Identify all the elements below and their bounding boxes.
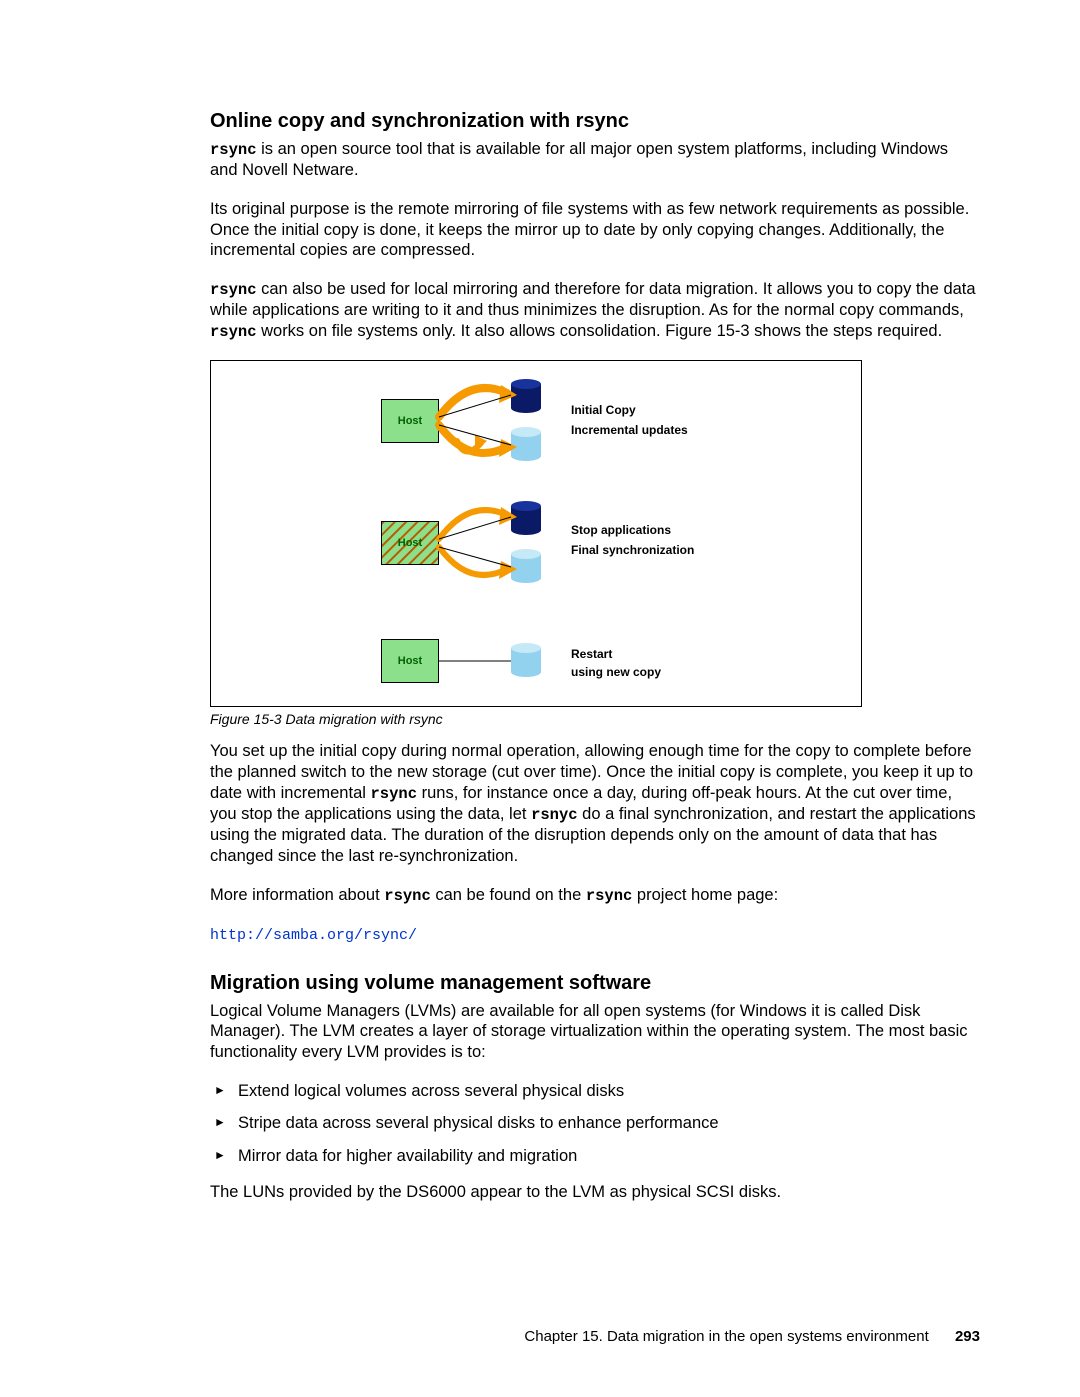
bullet-list: Extend logical volumes across several ph… <box>210 1081 980 1167</box>
page-number: 293 <box>955 1328 980 1345</box>
list-item: Extend logical volumes across several ph… <box>210 1081 980 1102</box>
host-box: Host <box>381 639 439 683</box>
code-rsnyc: rsnyc <box>531 806 578 824</box>
host-box: Host <box>381 399 439 443</box>
text: is an open source tool that is available… <box>210 140 948 179</box>
text: can be found on the <box>431 886 586 904</box>
paragraph: You set up the initial copy during norma… <box>210 741 980 866</box>
page: Online copy and synchronization with rsy… <box>0 0 1080 1397</box>
text: works on file systems only. It also allo… <box>257 322 943 340</box>
page-footer: Chapter 15. Data migration in the open s… <box>524 1328 980 1345</box>
paragraph: Logical Volume Managers (LVMs) are avail… <box>210 1001 980 1063</box>
text: can also be used for local mirroring and… <box>210 280 976 319</box>
arrow-icon <box>439 381 529 471</box>
figure-label: Restart <box>571 647 612 661</box>
list-item: Stripe data across several physical disk… <box>210 1113 980 1134</box>
figure-caption: Figure 15-3 Data migration with rsync <box>210 711 980 727</box>
host-box-hatched: Host <box>381 521 439 565</box>
code-rsync: rsync <box>586 887 633 905</box>
arrow-icon <box>439 503 529 593</box>
code-rsync: rsync <box>210 323 257 341</box>
paragraph: Its original purpose is the remote mirro… <box>210 199 980 261</box>
link-paragraph: http://samba.org/rsync/ <box>210 924 980 946</box>
host-label: Host <box>398 537 422 549</box>
figure-box: Host Initial Copy Incremental updates Ho… <box>210 360 862 707</box>
chapter-label: Chapter 15. Data migration in the open s… <box>524 1328 928 1345</box>
paragraph: More information about rsync can be foun… <box>210 885 980 906</box>
text: More information about <box>210 886 384 904</box>
paragraph: rsync can also be used for local mirrori… <box>210 279 980 342</box>
heading-lvm: Migration using volume management softwa… <box>210 972 980 995</box>
heading-rsync: Online copy and synchronization with rsy… <box>210 110 980 133</box>
code-rsync: rsync <box>210 281 257 299</box>
figure-label: Final synchronization <box>571 543 694 557</box>
paragraph: The LUNs provided by the DS6000 appear t… <box>210 1182 980 1203</box>
figure-label: using new copy <box>571 665 661 679</box>
paragraph: rsync is an open source tool that is ava… <box>210 139 980 181</box>
line-icon <box>439 651 529 671</box>
figure-label: Incremental updates <box>571 423 688 437</box>
code-rsync: rsync <box>384 887 431 905</box>
list-item: Mirror data for higher availability and … <box>210 1146 980 1167</box>
figure-label: Initial Copy <box>571 403 636 417</box>
code-rsync: rsync <box>371 785 418 803</box>
code-rsync: rsync <box>210 141 257 159</box>
rsync-homepage-link[interactable]: http://samba.org/rsync/ <box>210 927 417 944</box>
figure-label: Stop applications <box>571 523 671 537</box>
text: project home page: <box>632 886 778 904</box>
